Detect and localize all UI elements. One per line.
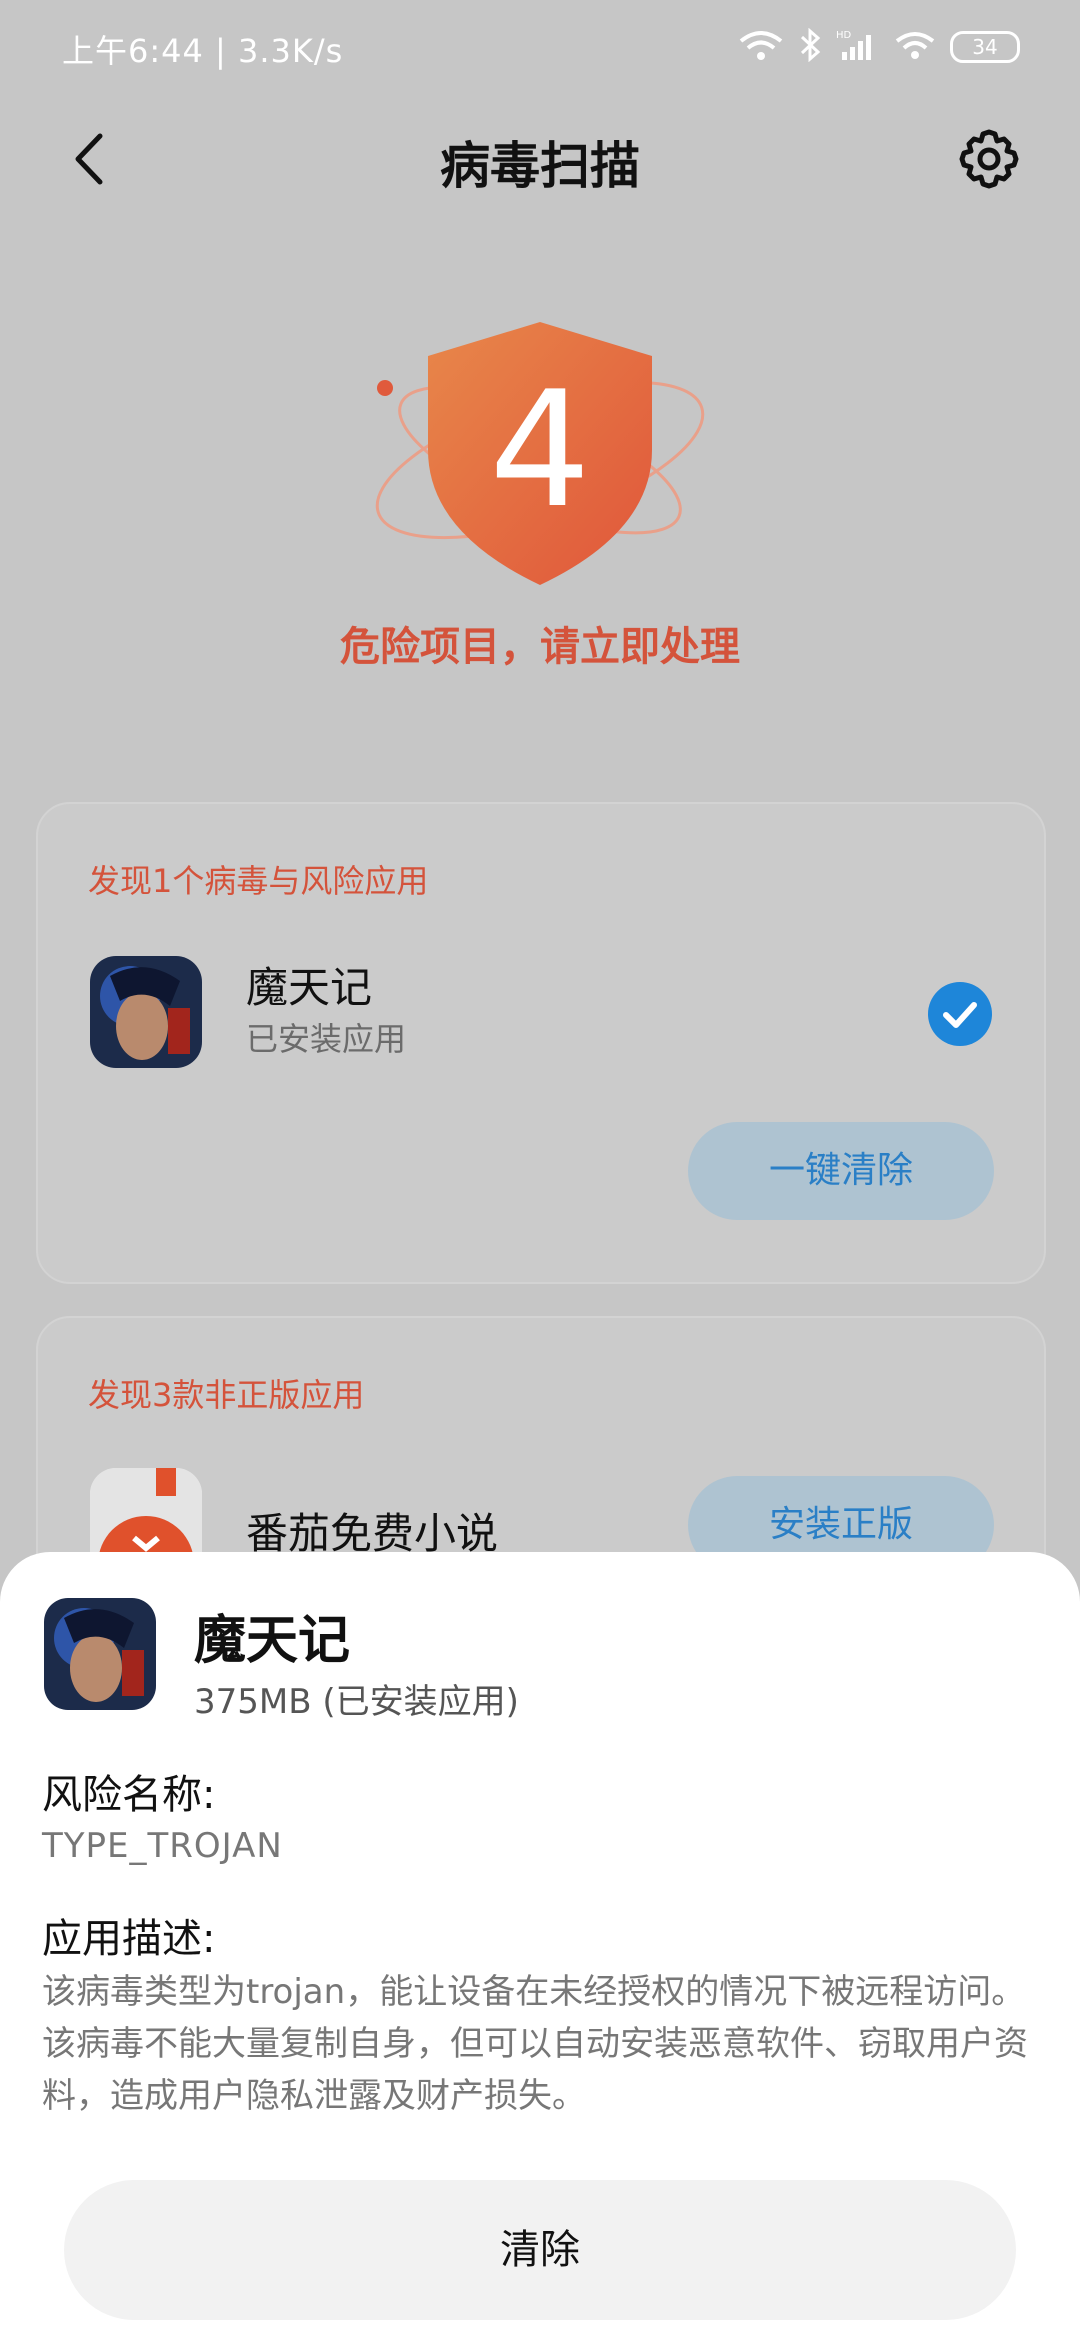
sheet-app-name: 魔天记 (194, 1611, 351, 1671)
virus-card: 发现1个病毒与风险应用 魔天记 已安装应用 一键清除 (36, 802, 1046, 1284)
header: 病毒扫描 (0, 110, 1080, 210)
one-click-clear-button[interactable]: 一键清除 (688, 1122, 994, 1220)
app-description-label: 应用描述: (42, 1916, 216, 1962)
clear-button[interactable]: 清除 (64, 2180, 1016, 2320)
battery-indicator: 34 (950, 31, 1020, 63)
hero-message: 危险项目，请立即处理 (340, 624, 740, 670)
risk-name-label: 风险名称: (42, 1772, 216, 1818)
threat-count: 4 (489, 356, 591, 543)
svg-text:HD: HD (836, 30, 852, 41)
page-title: 病毒扫描 (440, 137, 640, 195)
status-bar: 上午6:44 | 3.3K/s HD 34 (0, 0, 1080, 96)
wifi-icon (738, 29, 784, 65)
wifi-icon (894, 30, 936, 64)
settings-button[interactable] (954, 124, 1024, 194)
card-title: 发现1个病毒与风险应用 (88, 862, 429, 900)
app-icon (44, 1598, 156, 1710)
check-icon (943, 1002, 977, 1028)
bluetooth-icon (798, 27, 822, 66)
card-title: 发现3款非正版应用 (88, 1376, 365, 1414)
app-description-text: 该病毒类型为trojan，能让设备在未经授权的情况下被远程访问。该病毒不能大量复… (42, 1972, 1028, 2116)
sheet-app-meta: 375MB (已安装应用) (194, 1682, 519, 1722)
select-checkbox[interactable] (928, 982, 992, 1046)
app-status: 已安装应用 (246, 1020, 407, 1058)
gear-icon (959, 129, 1019, 189)
hd-signal-icon: HD (836, 28, 880, 66)
threat-shield: 4 (330, 300, 750, 620)
app-name: 魔天记 (246, 963, 373, 1012)
risk-name-value: TYPE_TROJAN (42, 1826, 283, 1866)
status-icons: HD 34 (738, 27, 1020, 66)
status-time: 上午6:44 | 3.3K/s (62, 32, 344, 70)
app-icon (90, 956, 202, 1068)
